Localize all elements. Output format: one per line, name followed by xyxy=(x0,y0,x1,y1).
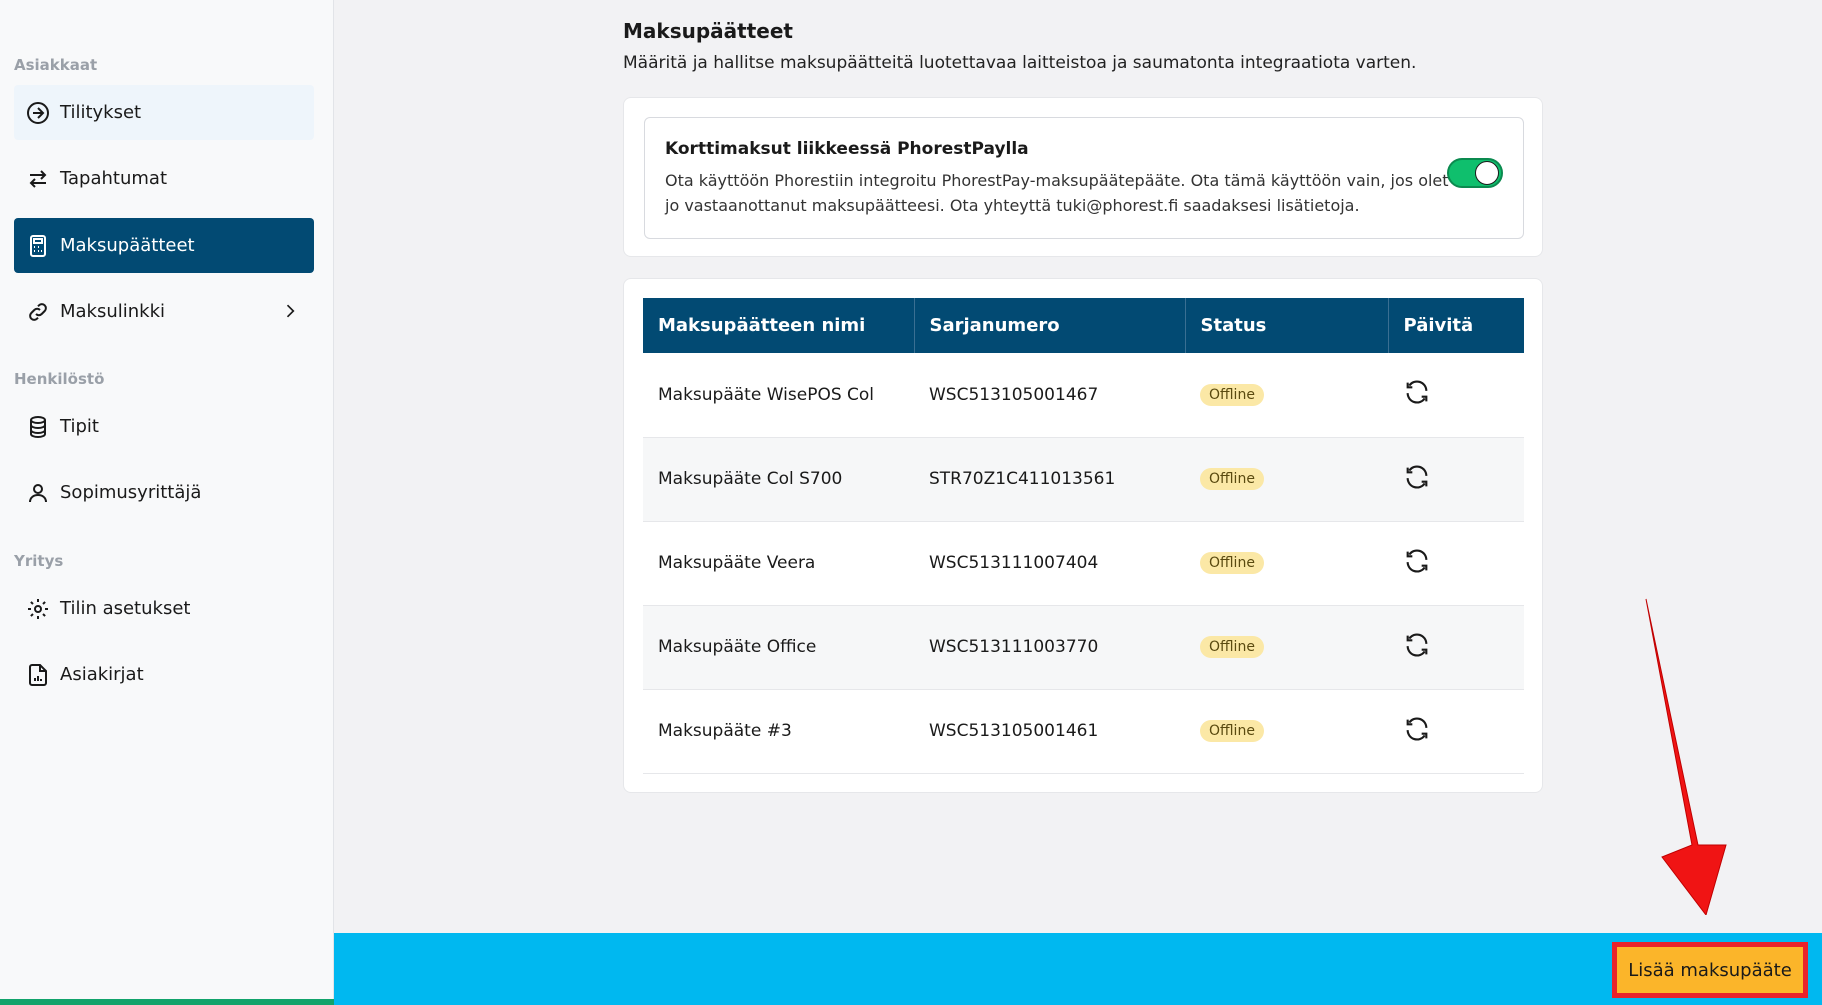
terminal-name: Maksupääte Veera xyxy=(643,521,914,606)
refresh-icon[interactable] xyxy=(1403,463,1431,491)
page-title: Maksupäätteet xyxy=(623,19,793,43)
table-row: Maksupääte #3 WSC513105001461 Offline xyxy=(643,689,1524,774)
add-terminal-button[interactable]: Lisää maksupääte xyxy=(1612,942,1808,998)
sidebar-item-payment-link[interactable]: Maksulinkki xyxy=(14,284,314,339)
terminal-serial: STR70Z1C411013561 xyxy=(914,437,1185,522)
terminals-table: Maksupäätteen nimi Sarjanumero Status Pä… xyxy=(643,298,1524,774)
sidebar-item-label: Tilitykset xyxy=(60,102,142,123)
calculator-icon xyxy=(26,234,50,258)
phorestpay-toggle[interactable] xyxy=(1447,158,1503,188)
table-header-row: Maksupäätteen nimi Sarjanumero Status Pä… xyxy=(643,298,1524,353)
sidebar-item-contractor[interactable]: Sopimusyrittäjä xyxy=(14,465,314,520)
document-chart-icon xyxy=(26,663,50,687)
table-row: Maksupääte Veera WSC513111007404 Offline xyxy=(643,521,1524,606)
terminal-name: Maksupääte Col S700 xyxy=(643,437,914,522)
sidebar-item-label: Maksupäätteet xyxy=(60,235,195,256)
sidebar-item-terminals[interactable]: Maksupäätteet xyxy=(14,218,314,273)
arrow-circle-right-icon xyxy=(26,101,50,125)
status-badge: Offline xyxy=(1200,468,1264,490)
header-refresh: Päivitä xyxy=(1388,298,1524,353)
terminals-table-card: Maksupäätteen nimi Sarjanumero Status Pä… xyxy=(623,278,1543,793)
sidebar: Asiakkaat Tilitykset Tapahtumat Maksupää… xyxy=(0,0,334,1005)
sidebar-item-label: Sopimusyrittäjä xyxy=(60,482,202,503)
sidebar-bottom-strip xyxy=(0,999,334,1005)
section-title-staff: Henkilöstö xyxy=(14,370,105,388)
terminal-serial: WSC513105001461 xyxy=(914,689,1185,774)
swap-arrows-icon xyxy=(26,167,50,191)
refresh-icon[interactable] xyxy=(1403,715,1431,743)
coins-stack-icon xyxy=(26,415,50,439)
phorestpay-description: Ota käyttöön Phorestiin integroitu Phore… xyxy=(665,171,1449,215)
sidebar-item-label: Asiakirjat xyxy=(60,664,144,685)
page-description: Määritä ja hallitse maksupäätteitä luote… xyxy=(623,53,1417,73)
terminal-name: Maksupääte #3 xyxy=(643,689,914,774)
sidebar-item-tips[interactable]: Tipit xyxy=(14,399,314,454)
sidebar-item-transactions[interactable]: Tapahtumat xyxy=(14,151,314,206)
terminal-serial: WSC513105001467 xyxy=(914,353,1185,438)
chevron-right-icon xyxy=(286,304,295,318)
table-row: Maksupääte Office WSC513111003770 Offlin… xyxy=(643,605,1524,690)
status-badge: Offline xyxy=(1200,636,1264,658)
table-row: Maksupääte WisePOS Col WSC513105001467 O… xyxy=(643,353,1524,438)
refresh-icon[interactable] xyxy=(1403,631,1431,659)
header-status: Status xyxy=(1185,298,1389,353)
sidebar-item-label: Tipit xyxy=(60,416,99,437)
user-icon xyxy=(26,481,50,505)
main-content: Maksupäätteet Määritä ja hallitse maksup… xyxy=(334,0,1822,933)
phorestpay-toggle-box: Korttimaksut liikkeessä PhorestPaylla Ot… xyxy=(644,117,1524,239)
sidebar-item-documents[interactable]: Asiakirjat xyxy=(14,647,314,702)
table-row: Maksupääte Col S700 STR70Z1C411013561 Of… xyxy=(643,437,1524,522)
phorestpay-title: Korttimaksut liikkeessä PhorestPaylla xyxy=(665,139,1029,159)
sidebar-item-account-settings[interactable]: Tilin asetukset xyxy=(14,581,314,636)
sidebar-item-settlements[interactable]: Tilitykset xyxy=(14,85,314,140)
section-title-customers: Asiakkaat xyxy=(14,56,98,74)
link-icon xyxy=(26,300,50,324)
sidebar-item-label: Tilin asetukset xyxy=(60,598,191,619)
status-badge: Offline xyxy=(1200,720,1264,742)
sidebar-item-label: Maksulinkki xyxy=(60,301,166,322)
section-title-company: Yritys xyxy=(14,552,64,570)
refresh-icon[interactable] xyxy=(1403,547,1431,575)
terminal-serial: WSC513111003770 xyxy=(914,605,1185,690)
app-root: Asiakkaat Tilitykset Tapahtumat Maksupää… xyxy=(0,0,1822,1005)
header-terminal-name: Maksupäätteen nimi xyxy=(643,298,915,353)
refresh-icon[interactable] xyxy=(1403,378,1431,406)
header-serial-number: Sarjanumero xyxy=(914,298,1186,353)
terminal-name: Maksupääte WisePOS Col xyxy=(643,353,914,438)
phorestpay-settings-card: Korttimaksut liikkeessä PhorestPaylla Ot… xyxy=(623,97,1543,257)
status-badge: Offline xyxy=(1200,552,1264,574)
terminal-name: Maksupääte Office xyxy=(643,605,914,690)
gear-icon xyxy=(26,597,50,621)
toggle-knob xyxy=(1475,161,1499,185)
terminal-serial: WSC513111007404 xyxy=(914,521,1185,606)
bottom-action-bar: Lisää maksupääte xyxy=(334,933,1822,1005)
sidebar-item-label: Tapahtumat xyxy=(60,168,167,189)
status-badge: Offline xyxy=(1200,383,1264,406)
